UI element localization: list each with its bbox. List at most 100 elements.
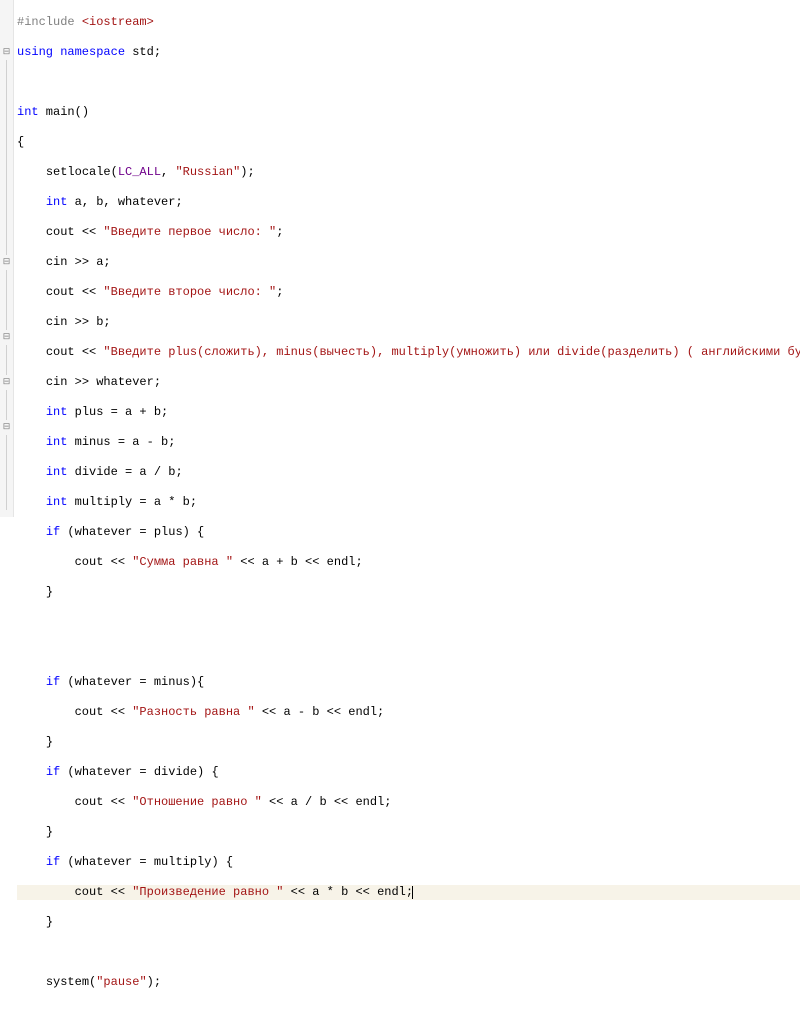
indent xyxy=(17,855,46,869)
text: (whatever = minus){ xyxy=(60,675,204,689)
text: (whatever = multiply) { xyxy=(60,855,233,869)
indent xyxy=(17,435,46,449)
string: "Введите второе число: " xyxy=(103,285,276,299)
text: multiply = a * b; xyxy=(67,495,197,509)
text: cout << xyxy=(46,225,104,239)
text: ; xyxy=(276,225,283,239)
fold-guide xyxy=(0,435,13,450)
code-line-current[interactable]: cout << "Произведение равно " << a * b <… xyxy=(17,885,800,900)
string: "Введите plus(сложить), minus(вычесть), … xyxy=(103,345,800,359)
code-line[interactable] xyxy=(17,1005,800,1020)
code-line[interactable]: cin >> b; xyxy=(17,315,800,330)
fold-guide xyxy=(0,405,13,420)
brace: { xyxy=(17,135,24,149)
code-area[interactable]: #include <iostream> using namespace std;… xyxy=(14,0,800,517)
fold-collapse-icon[interactable]: ⊟ xyxy=(0,330,13,345)
fold-guide xyxy=(0,270,13,285)
fold-collapse-icon[interactable]: ⊟ xyxy=(0,45,13,60)
text: (whatever = divide) { xyxy=(60,765,218,779)
fold-guide xyxy=(0,315,13,330)
text: cin >> whatever; xyxy=(46,375,161,389)
indent xyxy=(17,405,46,419)
code-line[interactable]: } xyxy=(17,825,800,840)
text: , xyxy=(161,165,175,179)
indent xyxy=(17,555,75,569)
fold-guide xyxy=(0,285,13,300)
fold-guide xyxy=(0,90,13,105)
code-line[interactable]: cout << "Разность равна " << a - b << en… xyxy=(17,705,800,720)
text: (whatever = plus) { xyxy=(60,525,204,539)
code-line[interactable]: if (whatever = minus){ xyxy=(17,675,800,690)
fold-collapse-icon[interactable]: ⊟ xyxy=(0,420,13,435)
code-line[interactable] xyxy=(17,75,800,90)
code-line[interactable] xyxy=(17,645,800,660)
fold-empty xyxy=(0,15,13,30)
indent xyxy=(17,285,46,299)
keyword: using namespace xyxy=(17,45,125,59)
code-line[interactable]: cout << "Введите первое число: "; xyxy=(17,225,800,240)
text: minus = a - b; xyxy=(67,435,175,449)
preprocessor: #include xyxy=(17,15,82,29)
code-line[interactable]: if (whatever = multiply) { xyxy=(17,855,800,870)
code-line[interactable]: cout << "Введите второе число: "; xyxy=(17,285,800,300)
code-line[interactable]: int main() xyxy=(17,105,800,120)
indent xyxy=(17,885,75,899)
text: cout << xyxy=(46,285,104,299)
code-line[interactable]: if (whatever = plus) { xyxy=(17,525,800,540)
code-line[interactable]: int a, b, whatever; xyxy=(17,195,800,210)
code-line[interactable]: using namespace std; xyxy=(17,45,800,60)
code-line[interactable]: cout << "Сумма равна " << a + b << endl; xyxy=(17,555,800,570)
indent xyxy=(17,525,46,539)
fold-guide xyxy=(0,135,13,150)
code-line[interactable]: cout << "Отношение равно " << a / b << e… xyxy=(17,795,800,810)
string: "Russian" xyxy=(175,165,240,179)
code-line[interactable]: int plus = a + b; xyxy=(17,405,800,420)
code-line[interactable] xyxy=(17,945,800,960)
indent xyxy=(17,225,46,239)
fold-guide xyxy=(0,150,13,165)
fold-collapse-icon[interactable]: ⊟ xyxy=(0,255,13,270)
text: ); xyxy=(240,165,254,179)
indent xyxy=(17,465,46,479)
code-line[interactable]: } xyxy=(17,735,800,750)
code-line[interactable]: { xyxy=(17,135,800,150)
code-line[interactable]: int multiply = a * b; xyxy=(17,495,800,510)
code-line[interactable] xyxy=(17,615,800,630)
code-line[interactable]: int minus = a - b; xyxy=(17,435,800,450)
text: cout << xyxy=(46,345,104,359)
text: cout << xyxy=(75,795,133,809)
text: ( xyxy=(89,975,96,989)
code-line[interactable]: if (whatever = divide) { xyxy=(17,765,800,780)
fold-guide xyxy=(0,345,13,360)
keyword: int xyxy=(46,435,68,449)
text: ; xyxy=(276,285,283,299)
code-line[interactable]: } xyxy=(17,585,800,600)
text-cursor xyxy=(412,886,413,899)
fold-guide xyxy=(0,465,13,480)
fold-guide xyxy=(0,195,13,210)
fold-guide xyxy=(0,495,13,510)
fold-guide xyxy=(0,120,13,135)
indent xyxy=(17,975,46,989)
code-line[interactable]: cin >> whatever; xyxy=(17,375,800,390)
text: ( xyxy=(111,165,118,179)
code-editor[interactable]: ⊟ ⊟ ⊟ ⊟ ⊟ #include <iostream> using name… xyxy=(0,0,800,517)
code-line[interactable]: cin >> a; xyxy=(17,255,800,270)
code-line[interactable]: setlocale(LC_ALL, "Russian"); xyxy=(17,165,800,180)
fold-empty xyxy=(0,0,13,15)
code-line[interactable]: cout << "Введите plus(сложить), minus(вы… xyxy=(17,345,800,360)
fold-guide xyxy=(0,165,13,180)
fold-guide xyxy=(0,390,13,405)
code-line[interactable]: #include <iostream> xyxy=(17,15,800,30)
text: main() xyxy=(39,105,89,119)
text: << a * b << endl; xyxy=(283,885,413,899)
fold-collapse-icon[interactable]: ⊟ xyxy=(0,375,13,390)
code-line[interactable]: int divide = a / b; xyxy=(17,465,800,480)
code-line[interactable]: } xyxy=(17,915,800,930)
text: cin >> a; xyxy=(46,255,111,269)
indent xyxy=(17,915,46,929)
code-line[interactable]: system("pause"); xyxy=(17,975,800,990)
keyword: int xyxy=(46,465,68,479)
indent xyxy=(17,825,46,839)
fold-guide xyxy=(0,105,13,120)
